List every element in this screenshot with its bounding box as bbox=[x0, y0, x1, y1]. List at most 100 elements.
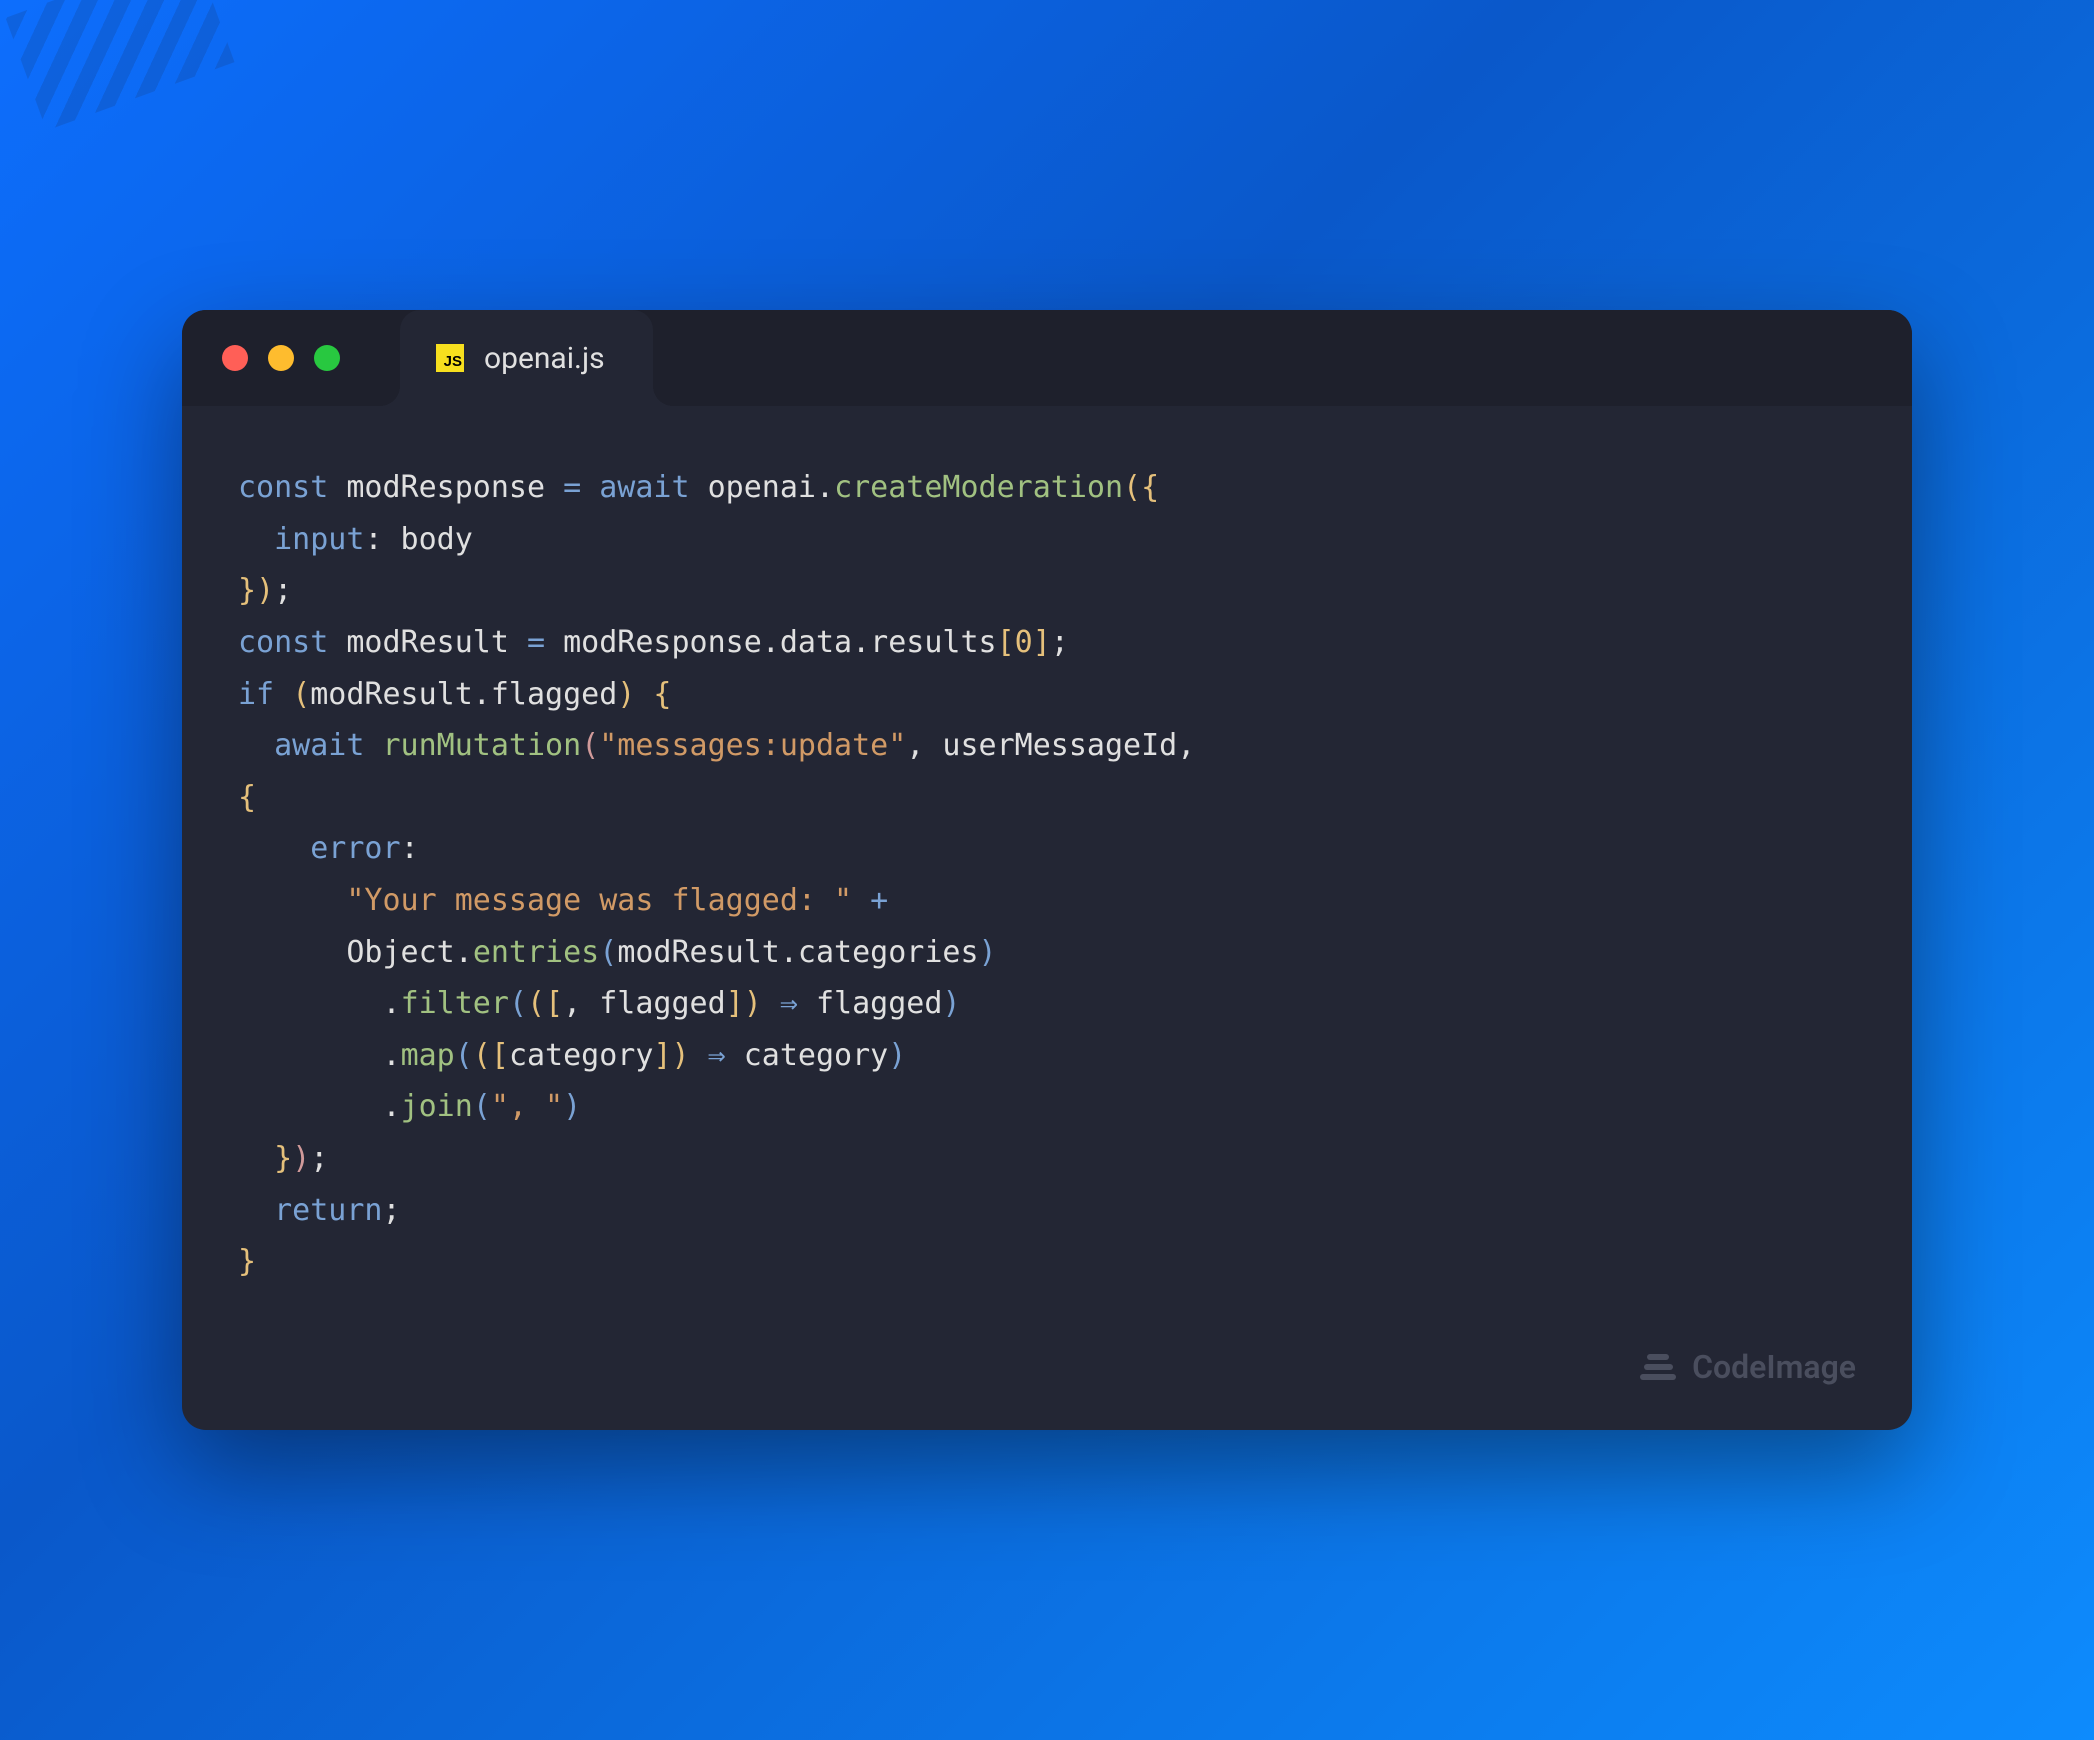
watermark-text: CodeImage bbox=[1692, 1348, 1856, 1386]
maximize-icon[interactable] bbox=[314, 345, 340, 371]
traffic-lights bbox=[222, 345, 340, 371]
code-token: runMutation bbox=[383, 728, 582, 763]
code-token: ( bbox=[292, 677, 310, 712]
code-line: .map(([category]) ⇒ category) bbox=[238, 1030, 1856, 1082]
code-token: ) bbox=[942, 986, 960, 1021]
code-token: = bbox=[527, 625, 545, 660]
code-editor[interactable]: const modResponse = await openai.createM… bbox=[182, 406, 1912, 1328]
code-token bbox=[364, 728, 382, 763]
code-line: if (modResult.flagged) { bbox=[238, 669, 1856, 721]
code-token: error bbox=[310, 831, 400, 866]
code-token: modResult.categories bbox=[617, 935, 978, 970]
code-token: ⇒ bbox=[780, 986, 798, 1021]
code-token: ] bbox=[1033, 625, 1051, 660]
code-token: ; bbox=[310, 1141, 328, 1176]
code-token: [ bbox=[545, 986, 563, 1021]
code-token bbox=[762, 986, 780, 1021]
code-token bbox=[274, 677, 292, 712]
code-token: ) bbox=[979, 935, 997, 970]
code-token: modResult.flagged bbox=[310, 677, 617, 712]
code-token bbox=[238, 1193, 274, 1228]
code-token: flagged bbox=[798, 986, 943, 1021]
code-token: + bbox=[870, 883, 888, 918]
code-token: : bbox=[401, 831, 419, 866]
code-token: . bbox=[238, 986, 401, 1021]
code-token: if bbox=[238, 677, 274, 712]
code-token: } bbox=[238, 573, 256, 608]
code-token: await bbox=[599, 470, 689, 505]
code-token: ( bbox=[473, 1038, 491, 1073]
code-line: }); bbox=[238, 1133, 1856, 1185]
code-token: ; bbox=[274, 573, 292, 608]
code-token bbox=[581, 470, 599, 505]
code-token: . bbox=[238, 1089, 401, 1124]
code-token: ( bbox=[527, 986, 545, 1021]
code-line: "Your message was flagged: " + bbox=[238, 875, 1856, 927]
code-token: ] bbox=[653, 1038, 671, 1073]
minimize-icon[interactable] bbox=[268, 345, 294, 371]
code-line: const modResult = modResponse.data.resul… bbox=[238, 617, 1856, 669]
code-line: return; bbox=[238, 1185, 1856, 1237]
code-token bbox=[690, 1038, 708, 1073]
javascript-file-icon: JS bbox=[436, 344, 464, 372]
code-line: Object.entries(modResult.categories) bbox=[238, 927, 1856, 979]
window-titlebar: JS openai.js bbox=[182, 310, 1912, 406]
code-token: 0 bbox=[1015, 625, 1033, 660]
code-line: input: body bbox=[238, 514, 1856, 566]
code-line: .filter(([, flagged]) ⇒ flagged) bbox=[238, 978, 1856, 1030]
code-token: ) bbox=[888, 1038, 906, 1073]
code-token: ) bbox=[672, 1038, 690, 1073]
code-token: ) bbox=[617, 677, 635, 712]
code-token: "Your message was flagged: " bbox=[346, 883, 852, 918]
code-token: [ bbox=[491, 1038, 509, 1073]
code-token: await bbox=[274, 728, 364, 763]
code-token: { bbox=[653, 677, 671, 712]
code-token: : body bbox=[364, 522, 472, 557]
code-token: modResponse.data.results bbox=[545, 625, 997, 660]
code-token: . bbox=[238, 1038, 401, 1073]
code-token: [ bbox=[997, 625, 1015, 660]
code-token: , flagged bbox=[563, 986, 726, 1021]
code-token: entries bbox=[473, 935, 599, 970]
code-line: }); bbox=[238, 565, 1856, 617]
code-token: input bbox=[274, 522, 364, 557]
code-line: await runMutation("messages:update", use… bbox=[238, 720, 1856, 772]
watermark: CodeImage bbox=[182, 1328, 1912, 1430]
code-token: map bbox=[401, 1038, 455, 1073]
code-line: { bbox=[238, 772, 1856, 824]
code-token: ) bbox=[292, 1141, 310, 1176]
code-token: category bbox=[509, 1038, 654, 1073]
code-token: modResponse bbox=[328, 470, 563, 505]
code-token: join bbox=[401, 1089, 473, 1124]
code-token: ) bbox=[563, 1089, 581, 1124]
code-token bbox=[238, 522, 274, 557]
code-token: createModeration bbox=[834, 470, 1123, 505]
code-token: = bbox=[563, 470, 581, 505]
code-token bbox=[238, 883, 346, 918]
code-token: Object. bbox=[238, 935, 473, 970]
file-tab-label: openai.js bbox=[484, 341, 605, 376]
code-token: return bbox=[274, 1193, 382, 1228]
code-token: const bbox=[238, 625, 328, 660]
code-token: filter bbox=[401, 986, 509, 1021]
file-tab[interactable]: JS openai.js bbox=[400, 310, 653, 406]
code-token: openai. bbox=[690, 470, 835, 505]
background-decoration bbox=[0, 0, 300, 300]
code-token: ] bbox=[726, 986, 744, 1021]
code-token: } bbox=[274, 1141, 292, 1176]
close-icon[interactable] bbox=[222, 345, 248, 371]
code-token bbox=[238, 831, 310, 866]
code-token: ( bbox=[581, 728, 599, 763]
code-line: } bbox=[238, 1236, 1856, 1288]
code-token: ( bbox=[455, 1038, 473, 1073]
code-line: error: bbox=[238, 823, 1856, 875]
codeimage-logo-icon bbox=[1640, 1349, 1676, 1385]
code-token: ( bbox=[1123, 470, 1141, 505]
code-token: "messages:update" bbox=[599, 728, 906, 763]
code-token: ( bbox=[509, 986, 527, 1021]
code-line: .join(", ") bbox=[238, 1081, 1856, 1133]
code-token: ) bbox=[744, 986, 762, 1021]
code-token: ; bbox=[383, 1193, 401, 1228]
code-token: ; bbox=[1051, 625, 1069, 660]
code-token: ⇒ bbox=[708, 1038, 726, 1073]
